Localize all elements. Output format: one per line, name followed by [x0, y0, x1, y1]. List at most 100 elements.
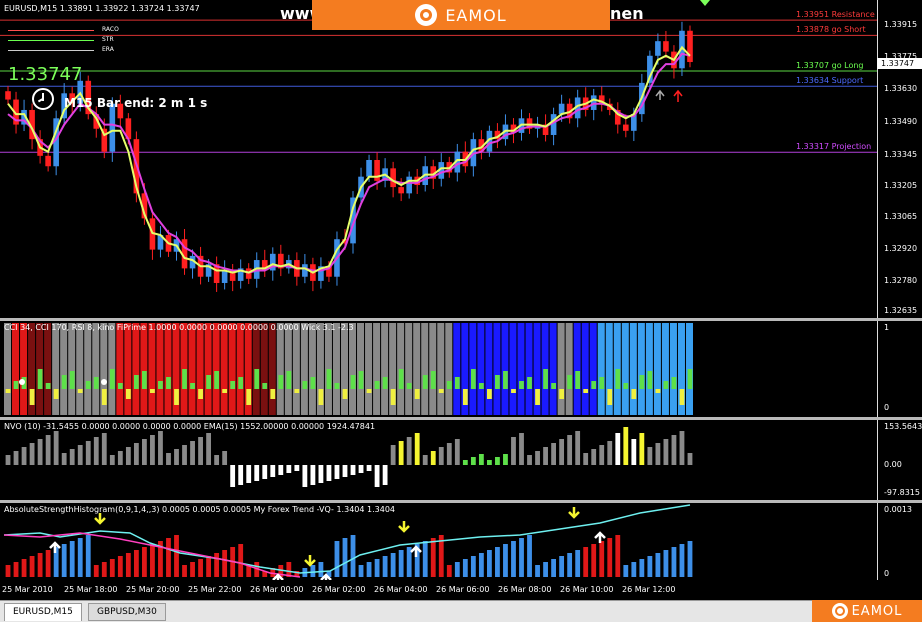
nvo-volume-bar [302, 465, 308, 487]
nvo-volume-bar [639, 433, 645, 465]
brand-name: EAMOL [445, 5, 507, 25]
nvo-volume-bar [350, 465, 356, 475]
cci-zone-bar [373, 323, 381, 415]
cci-zone-bar [260, 323, 268, 415]
cci-histogram-bar [133, 375, 139, 389]
nvo-volume-bar [470, 457, 476, 465]
cci-zone-bar [52, 323, 60, 415]
cci-zone-bar [76, 323, 84, 415]
nvo-volume-bar [655, 443, 661, 465]
cci-zone-bar [565, 323, 573, 415]
cci-histogram-bar [647, 371, 653, 389]
clock-icon [32, 88, 54, 110]
ash-histogram-bar [198, 559, 203, 577]
cci-zone-bar [132, 323, 140, 415]
ash-histogram-bar [358, 565, 364, 577]
cci-histogram-bar [286, 371, 292, 389]
tab-gbpusd-m30[interactable]: GBPUSD,M30 [88, 603, 166, 621]
axis-tick-label: 1.32635 [884, 306, 918, 315]
ash-pane[interactable]: AbsoluteStrengthHistogram(0,9,1,4,,3) 0.… [0, 503, 922, 580]
nvo-volume-bar [591, 449, 597, 465]
ash-histogram-bar [190, 562, 195, 577]
level-label: 1.33951 Resistance [796, 10, 875, 20]
cci-zone-bar [20, 323, 28, 415]
ash-histogram-bar [470, 556, 476, 577]
nvo-volume-bar [294, 465, 300, 471]
ash-histogram-bar [623, 565, 629, 577]
nvo-volume-bar [101, 433, 107, 465]
brand-banner-bottom[interactable]: EAMOL [812, 600, 922, 622]
legend-row [8, 30, 94, 31]
axis-tick-label: 0 [884, 403, 890, 412]
cci-zone-bar [477, 323, 485, 415]
cci-zone-bar [637, 323, 645, 415]
axis-tick-label: 1.33630 [884, 84, 918, 93]
cci-histogram-bar [527, 377, 532, 389]
nvo-volume-bar [206, 433, 211, 465]
ash-histogram-bar [462, 559, 468, 577]
time-axis[interactable]: 25 Mar 2010 25 Mar 18:00 25 Mar 20:00 25 Ma… [0, 580, 877, 598]
cci-zone-bar [228, 323, 236, 415]
ash-histogram-bar [366, 562, 372, 577]
price-axis[interactable]: 1.33915 1.33775 1.33630 1.33490 1.33345 1.332… [877, 0, 922, 318]
tab-eurusd-m15[interactable]: EURUSD,M15 [4, 603, 82, 621]
time-tick-label: 26 Mar 10:00 [560, 585, 614, 594]
ash-histogram-bar [85, 535, 91, 577]
cci-histogram-bar [414, 389, 420, 399]
cci-zone-bar [405, 323, 413, 415]
cci-histogram-bar [551, 383, 556, 389]
ash-histogram-bar [390, 553, 396, 577]
nvo-volume-bar [559, 439, 565, 465]
nvo-volume-bar [679, 431, 685, 465]
ash-histogram-bar [631, 562, 637, 577]
brand-name: EAMOL [851, 603, 903, 619]
ash-axis[interactable]: 0.0013 0 [877, 503, 922, 580]
candle-body [687, 30, 693, 63]
cci-zone-bar [332, 323, 340, 415]
cci-zone-bar [148, 323, 156, 415]
nvo-volume-bar [478, 454, 484, 465]
nvo-volume-bar [326, 465, 332, 481]
candle-body [655, 41, 661, 56]
cci-histogram-bar [85, 381, 91, 389]
cci-histogram-bar [29, 389, 35, 405]
cci-pane[interactable]: CCI 34, CCI 170, RSI 8, kino FiPrime 1.0… [0, 321, 922, 417]
cci-histogram-bar [302, 381, 308, 389]
cci-zone-bar [92, 323, 100, 415]
cci-zone-bar [300, 323, 308, 415]
nvo-volume-bar [374, 465, 380, 487]
cci-zone-bar [581, 323, 589, 415]
time-tick-label: 26 Mar 06:00 [436, 585, 490, 594]
price-chart-pane[interactable]: EURUSD,M15 1.33891 1.33922 1.33724 1.337… [0, 0, 922, 318]
cci-histogram-bar [599, 377, 605, 389]
nvo-pane[interactable]: NVO (10) -31.5455 0.0000 0.0000 0.0000 0… [0, 420, 922, 500]
ash-histogram-bar [310, 565, 316, 577]
cci-zone-bar [381, 323, 389, 415]
cci-histogram-bar [142, 371, 147, 389]
nvo-volume-bar [29, 443, 35, 465]
legend-row [8, 50, 94, 51]
cci-zone-bar [549, 323, 557, 415]
cci-axis[interactable]: 10 [877, 321, 922, 417]
ash-histogram-bar [679, 544, 685, 577]
brand-banner-top[interactable]: EAMOL [312, 0, 610, 30]
nvo-title: NVO (10) -31.5455 0.0000 0.0000 0.0000 0… [4, 422, 376, 431]
nvo-volume-bar [5, 455, 11, 465]
price-chart-svg [0, 0, 877, 292]
cci-histogram-bar [246, 389, 252, 405]
axis-tick-label: 1.32780 [884, 276, 918, 285]
arrow-down-icon [398, 521, 410, 533]
cci-histogram-bar [519, 381, 524, 389]
nvo-axis[interactable]: 153.5643 0.00 -97.8315 [877, 420, 922, 500]
cci-zone-bar [429, 323, 437, 415]
nvo-svg [5, 427, 693, 487]
ash-histogram-bar [559, 556, 565, 577]
cci-histogram-bar [117, 383, 123, 389]
cci-histogram-bar [503, 371, 508, 389]
ash-histogram-bar [125, 553, 131, 577]
candle-body [398, 187, 404, 194]
level-label: 1.33317 Projection [796, 142, 872, 152]
cci-zone-bar [557, 323, 565, 415]
ash-histogram-bar [655, 553, 661, 577]
nvo-volume-bar [142, 439, 147, 465]
